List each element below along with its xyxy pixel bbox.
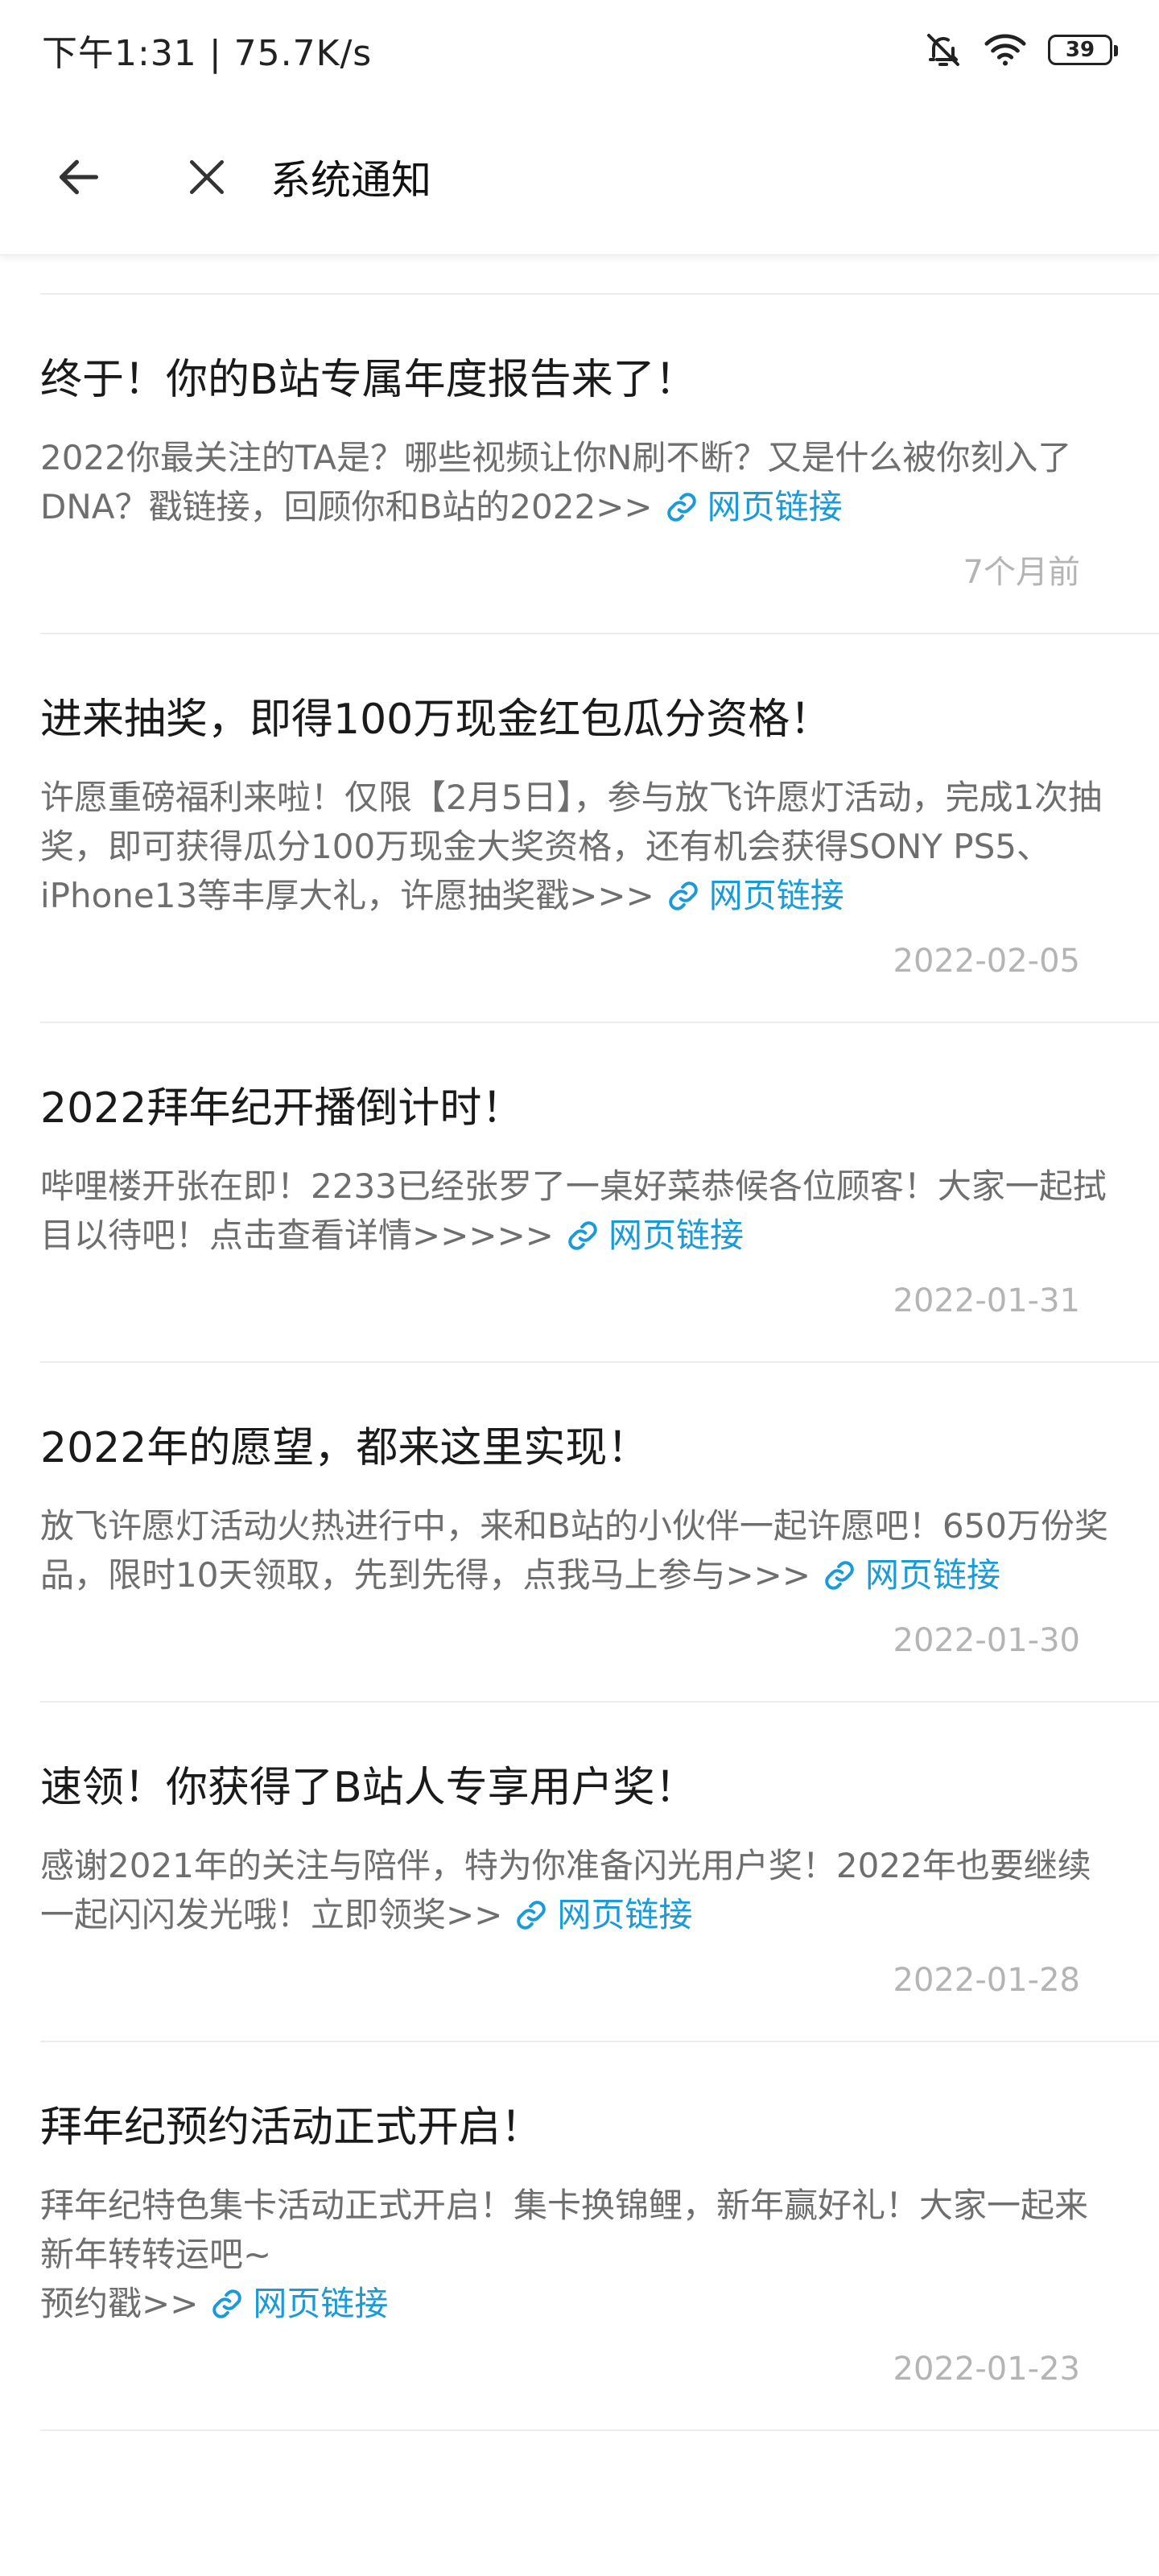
web-link-label: 网页链接 bbox=[707, 487, 843, 526]
bell-muted-icon bbox=[924, 31, 963, 69]
notification-time: 2022-02-05 bbox=[893, 943, 1080, 980]
status-icons: 39 bbox=[924, 31, 1118, 69]
web-link[interactable]: 网页链接 bbox=[654, 876, 844, 915]
notification-body: 放飞许愿灯活动火热进行中，来和B站的小伙伴一起许愿吧！650万份奖品，限时10天… bbox=[40, 1501, 1119, 1604]
notification-item[interactable]: 速领！你获得了B站人专享用户奖！ 感谢2021年的关注与陪伴，特为你准备闪光用户… bbox=[0, 1703, 1159, 2041]
notification-time: 7个月前 bbox=[963, 554, 1080, 591]
notification-text: 许愿重磅福利来啦！仅限【2月5日】，参与放飞许愿灯活动，完成1次抽奖，即可获得瓜… bbox=[40, 778, 1103, 915]
notification-time: 2022-01-23 bbox=[893, 2351, 1080, 2388]
notification-title: 速领！你获得了B站人专享用户奖！ bbox=[40, 1764, 697, 1812]
page-title: 系统通知 bbox=[270, 157, 431, 204]
notification-title: 拜年纪预约活动正式开启！ bbox=[40, 2103, 543, 2152]
notification-body: 感谢2021年的关注与陪伴，特为你准备闪光用户奖！2022年也要继续一起闪闪发光… bbox=[40, 1841, 1119, 1944]
link-icon bbox=[211, 2284, 243, 2333]
link-icon bbox=[666, 487, 698, 536]
web-link-label: 网页链接 bbox=[865, 1555, 1001, 1595]
back-button[interactable] bbox=[47, 145, 111, 209]
notification-item[interactable]: 拜年纪预约活动正式开启！ 拜年纪特色集卡活动正式开启！集卡换锦鲤，新年赢好礼！大… bbox=[0, 2042, 1159, 2429]
notification-item[interactable]: 2022年的愿望，都来这里实现！ 放飞许愿灯活动火热进行中，来和B站的小伙伴一起… bbox=[0, 1363, 1159, 1701]
notification-title: 2022拜年纪开播倒计时！ bbox=[40, 1084, 524, 1133]
web-link[interactable]: 网页链接 bbox=[810, 1555, 1000, 1595]
web-link[interactable]: 网页链接 bbox=[502, 1895, 692, 1934]
wifi-icon bbox=[984, 32, 1027, 68]
notification-body: 哔哩楼开张在即！2233已经张罗了一桌好菜恭候各位顾客！大家一起拭目以待吧！点击… bbox=[40, 1162, 1119, 1265]
link-icon bbox=[515, 1895, 547, 1944]
status-separator: | bbox=[208, 33, 222, 74]
app-bar: 系统通知 bbox=[0, 100, 1159, 255]
network-speed: 75.7K/s bbox=[233, 33, 373, 74]
notification-body: 拜年纪特色集卡活动正式开启！集卡换锦鲤，新年赢好礼！大家一起来新年转转运吧~ 预… bbox=[40, 2181, 1119, 2333]
web-link[interactable]: 网页链接 bbox=[554, 1216, 744, 1255]
divider bbox=[40, 2429, 1159, 2431]
web-link-label: 网页链接 bbox=[253, 2284, 389, 2323]
notification-title: 进来抽奖，即得100万现金红包瓜分资格！ bbox=[40, 696, 832, 744]
notification-time: 2022-01-28 bbox=[893, 1962, 1080, 1999]
link-icon bbox=[667, 876, 699, 925]
close-button[interactable] bbox=[179, 149, 235, 205]
link-icon bbox=[823, 1555, 856, 1604]
notification-title: 2022年的愿望，都来这里实现！ bbox=[40, 1424, 650, 1472]
close-icon bbox=[190, 160, 224, 195]
notification-item[interactable]: 进来抽奖，即得100万现金红包瓜分资格！ 许愿重磅福利来啦！仅限【2月5日】，参… bbox=[0, 634, 1159, 1022]
web-link-label: 网页链接 bbox=[708, 876, 844, 915]
notification-item[interactable]: 终于！你的B站专属年度报告来了！ 2022你最关注的TA是？哪些视频让你N刷不断… bbox=[0, 295, 1159, 633]
battery-icon: 39 bbox=[1048, 35, 1118, 65]
notification-time: 2022-01-30 bbox=[893, 1622, 1080, 1659]
notification-list: 终于！你的B站专属年度报告来了！ 2022你最关注的TA是？哪些视频让你N刷不断… bbox=[0, 293, 1159, 2431]
notification-body: 2022你最关注的TA是？哪些视频让你N刷不断？又是什么被你刻入了DNA？戳链接… bbox=[40, 433, 1119, 536]
status-left: 下午1:31 | 75.7K/s bbox=[42, 24, 372, 76]
status-time: 下午1:31 bbox=[42, 33, 197, 74]
web-link[interactable]: 网页链接 bbox=[198, 2284, 388, 2323]
web-link-label: 网页链接 bbox=[608, 1216, 744, 1255]
web-link-label: 网页链接 bbox=[557, 1895, 693, 1934]
notification-title: 终于！你的B站专属年度报告来了！ bbox=[40, 356, 697, 404]
notification-text: 2022你最关注的TA是？哪些视频让你N刷不断？又是什么被你刻入了DNA？戳链接… bbox=[40, 438, 1072, 526]
notification-item[interactable]: 2022拜年纪开播倒计时！ 哔哩楼开张在即！2233已经张罗了一桌好菜恭候各位顾… bbox=[0, 1023, 1159, 1361]
notification-time: 2022-01-31 bbox=[893, 1282, 1080, 1319]
notification-body: 许愿重磅福利来啦！仅限【2月5日】，参与放飞许愿灯活动，完成1次抽奖，即可获得瓜… bbox=[40, 773, 1119, 925]
link-icon bbox=[567, 1216, 599, 1265]
web-link[interactable]: 网页链接 bbox=[653, 487, 843, 526]
status-bar: 下午1:31 | 75.7K/s 39 bbox=[0, 0, 1159, 100]
arrow-left-icon bbox=[60, 159, 98, 195]
